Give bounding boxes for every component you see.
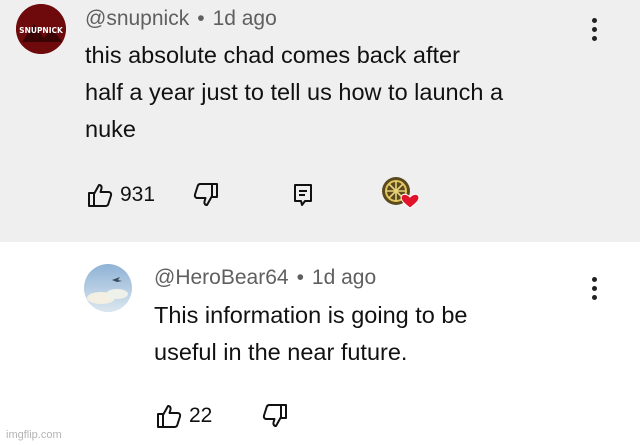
kebab-dot-icon [591, 18, 597, 23]
username[interactable]: @snupnick [85, 7, 189, 30]
meta-separator: • [197, 7, 205, 30]
comment-meta: @HeroBear64 • 1d ago [154, 266, 376, 290]
thumbs-down-icon [193, 183, 218, 206]
comment-actions: 931 [86, 177, 446, 210]
thumbs-up-icon [157, 405, 182, 428]
reply-comment-icon [294, 184, 312, 206]
like-button[interactable]: 22 [155, 401, 212, 431]
kebab-dot-icon [591, 277, 597, 282]
comment-card: SNUPNICK @snupnick • 1d ago this absolute … [0, 0, 640, 242]
thumbs-up-icon [88, 184, 113, 207]
timestamp[interactable]: 1d ago [213, 7, 277, 30]
comment-text: This information is going to be useful i… [154, 302, 468, 365]
timestamp[interactable]: 1d ago [312, 266, 376, 289]
kebab-dot-icon [591, 286, 597, 291]
avatar[interactable] [84, 264, 132, 312]
avatar[interactable]: SNUPNICK [16, 4, 66, 54]
like-count: 931 [120, 183, 156, 206]
comment-meta: @snupnick • 1d ago [85, 7, 277, 31]
like-count: 22 [189, 404, 213, 427]
like-button[interactable]: 931 [86, 180, 155, 210]
creator-heart-badge [380, 177, 420, 209]
avatar-sky-icon [84, 264, 132, 312]
kebab-dot-icon [591, 27, 597, 32]
reply-card: @HeroBear64 • 1d ago This information is g… [0, 242, 640, 446]
thumbs-down-icon [262, 404, 287, 427]
reply-button[interactable] [292, 180, 314, 210]
comment-actions: 22 [155, 401, 315, 431]
watermark: imgflip.com [6, 429, 62, 441]
username[interactable]: @HeroBear64 [154, 266, 289, 289]
dislike-button[interactable] [192, 180, 220, 210]
avatar-logo-icon: SNUPNICK [16, 4, 66, 54]
avatar-label: SNUPNICK [19, 26, 64, 35]
creator-avatar-heart-icon [382, 177, 420, 209]
comment-text: this absolute chad comes back after half… [85, 42, 504, 142]
dislike-button[interactable] [261, 401, 289, 431]
meta-separator: • [296, 266, 304, 289]
